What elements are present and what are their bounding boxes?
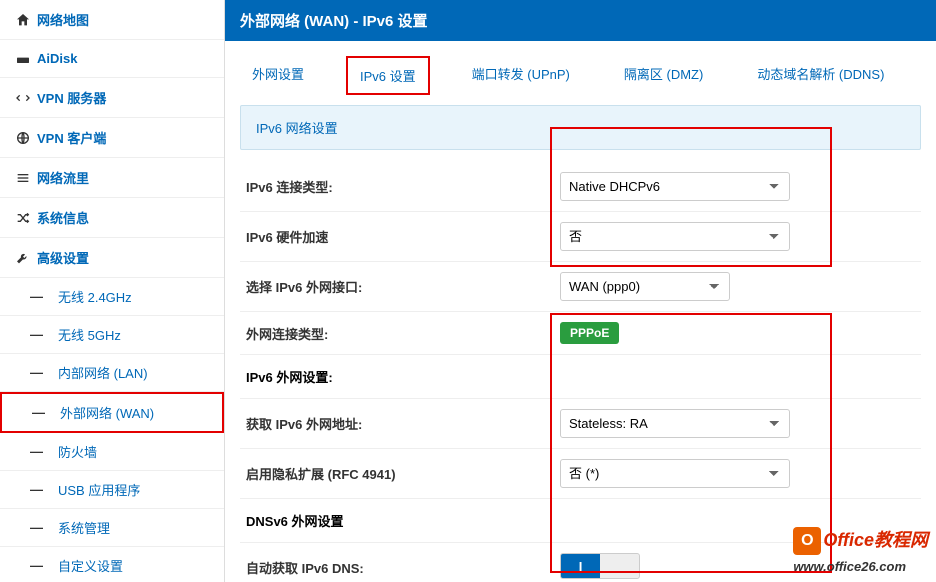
globe-icon xyxy=(15,129,37,146)
page-title: 外部网络 (WAN) - IPv6 设置 xyxy=(225,0,936,41)
sidebar-sub-wireless-24[interactable]: —无线 2.4GHz xyxy=(0,278,224,316)
sidebar-label: 网络地图 xyxy=(37,10,209,29)
minus-icon: — xyxy=(30,482,58,497)
label-conn-type: IPv6 连接类型: xyxy=(240,177,560,196)
vpn-server-icon xyxy=(15,89,37,106)
section-dnsv6-wan: DNSv6 外网设置 xyxy=(240,499,921,543)
section-ipv6-net: IPv6 网络设置 xyxy=(240,105,921,150)
toggle-on-indicator: I xyxy=(561,554,600,578)
minus-icon: — xyxy=(30,520,58,535)
sidebar-item-network-map[interactable]: 网络地图 xyxy=(0,0,224,40)
label-wan-conn-type: 外网连接类型: xyxy=(240,324,560,343)
main-content: 外部网络 (WAN) - IPv6 设置 外网设置 IPv6 设置 端口转发 (… xyxy=(225,0,936,582)
list-icon xyxy=(15,169,37,186)
sidebar-sub-wan[interactable]: —外部网络 (WAN) xyxy=(0,392,224,433)
sidebar: 网络地图 AiDisk VPN 服务器 VPN 客户端 网络流里 系统信息 高级… xyxy=(0,0,225,582)
tab-port-forward[interactable]: 端口转发 (UPnP) xyxy=(460,56,582,95)
minus-icon: — xyxy=(32,405,60,420)
sidebar-label: 网络流里 xyxy=(37,168,209,187)
sidebar-sub-label: USB 应用程序 xyxy=(58,480,140,499)
sidebar-item-advanced[interactable]: 高级设置 xyxy=(0,238,224,278)
row-privacy-ext: 启用隐私扩展 (RFC 4941) 否 (*) xyxy=(240,449,921,499)
content-area: IPv6 网络设置 IPv6 连接类型: Native DHCPv6 IPv6 … xyxy=(225,105,936,582)
sidebar-sub-usb[interactable]: —USB 应用程序 xyxy=(0,471,224,509)
sidebar-item-vpn-server[interactable]: VPN 服务器 xyxy=(0,78,224,118)
select-wan-iface[interactable]: WAN (ppp0) xyxy=(560,272,730,301)
tab-dmz[interactable]: 隔离区 (DMZ) xyxy=(612,56,715,95)
sidebar-sub-wireless-5[interactable]: —无线 5GHz xyxy=(0,316,224,354)
select-hw-accel[interactable]: 否 xyxy=(560,222,790,251)
sidebar-sub-label: 防火墙 xyxy=(58,442,97,461)
label-auto-dns: 自动获取 IPv6 DNS: xyxy=(240,558,560,577)
sidebar-sub-label: 外部网络 (WAN) xyxy=(60,403,154,422)
tabs: 外网设置 IPv6 设置 端口转发 (UPnP) 隔离区 (DMZ) 动态域名解… xyxy=(225,41,936,105)
minus-icon: — xyxy=(30,558,58,573)
wrench-icon xyxy=(15,249,37,266)
sidebar-sub-firewall[interactable]: —防火墙 xyxy=(0,433,224,471)
minus-icon: — xyxy=(30,444,58,459)
label-wan-iface: 选择 IPv6 外网接口: xyxy=(240,277,560,296)
section-ipv6-wan: IPv6 外网设置: xyxy=(240,355,921,399)
row-wan-conn-type: 外网连接类型: PPPoE xyxy=(240,312,921,355)
sidebar-item-sysinfo[interactable]: 系统信息 xyxy=(0,198,224,238)
toggle-auto-dns[interactable]: I xyxy=(560,553,640,579)
sidebar-sub-custom[interactable]: —自定义设置 xyxy=(0,547,224,582)
sidebar-label: 高级设置 xyxy=(37,248,209,267)
minus-icon: — xyxy=(30,327,58,342)
tab-ipv6-settings[interactable]: IPv6 设置 xyxy=(346,56,430,95)
label-hw-accel: IPv6 硬件加速 xyxy=(240,227,560,246)
sidebar-sub-lan[interactable]: —内部网络 (LAN) xyxy=(0,354,224,392)
badge-pppoe: PPPoE xyxy=(560,322,619,344)
minus-icon: — xyxy=(30,365,58,380)
sidebar-label: VPN 客户端 xyxy=(37,128,209,147)
row-get-wan-addr: 获取 IPv6 外网地址: Stateless: RA xyxy=(240,399,921,449)
row-wan-iface: 选择 IPv6 外网接口: WAN (ppp0) xyxy=(240,262,921,312)
sidebar-item-vpn-client[interactable]: VPN 客户端 xyxy=(0,118,224,158)
tab-ddns[interactable]: 动态域名解析 (DDNS) xyxy=(745,56,896,95)
sidebar-item-traffic[interactable]: 网络流里 xyxy=(0,158,224,198)
select-conn-type[interactable]: Native DHCPv6 xyxy=(560,172,790,201)
sidebar-item-aidisk[interactable]: AiDisk xyxy=(0,40,224,78)
select-privacy-ext[interactable]: 否 (*) xyxy=(560,459,790,488)
row-hw-accel: IPv6 硬件加速 否 xyxy=(240,212,921,262)
random-icon xyxy=(15,209,37,226)
disk-icon xyxy=(15,50,37,67)
sidebar-label: 系统信息 xyxy=(37,208,209,227)
sidebar-sub-label: 自定义设置 xyxy=(58,556,123,575)
label-get-wan-addr: 获取 IPv6 外网地址: xyxy=(240,414,560,433)
sidebar-sub-label: 无线 2.4GHz xyxy=(58,287,132,306)
label-privacy-ext: 启用隐私扩展 (RFC 4941) xyxy=(240,464,560,483)
tab-wan-settings[interactable]: 外网设置 xyxy=(240,56,316,95)
sidebar-label: AiDisk xyxy=(37,51,209,66)
home-icon xyxy=(15,11,37,28)
sidebar-sub-label: 内部网络 (LAN) xyxy=(58,363,148,382)
row-conn-type: IPv6 连接类型: Native DHCPv6 xyxy=(240,162,921,212)
sidebar-sub-label: 无线 5GHz xyxy=(58,325,121,344)
select-get-wan-addr[interactable]: Stateless: RA xyxy=(560,409,790,438)
sidebar-sub-label: 系统管理 xyxy=(58,518,110,537)
sidebar-label: VPN 服务器 xyxy=(37,88,209,107)
row-auto-dns: 自动获取 IPv6 DNS: I xyxy=(240,543,921,582)
minus-icon: — xyxy=(30,289,58,304)
sidebar-sub-sysadmin[interactable]: —系统管理 xyxy=(0,509,224,547)
